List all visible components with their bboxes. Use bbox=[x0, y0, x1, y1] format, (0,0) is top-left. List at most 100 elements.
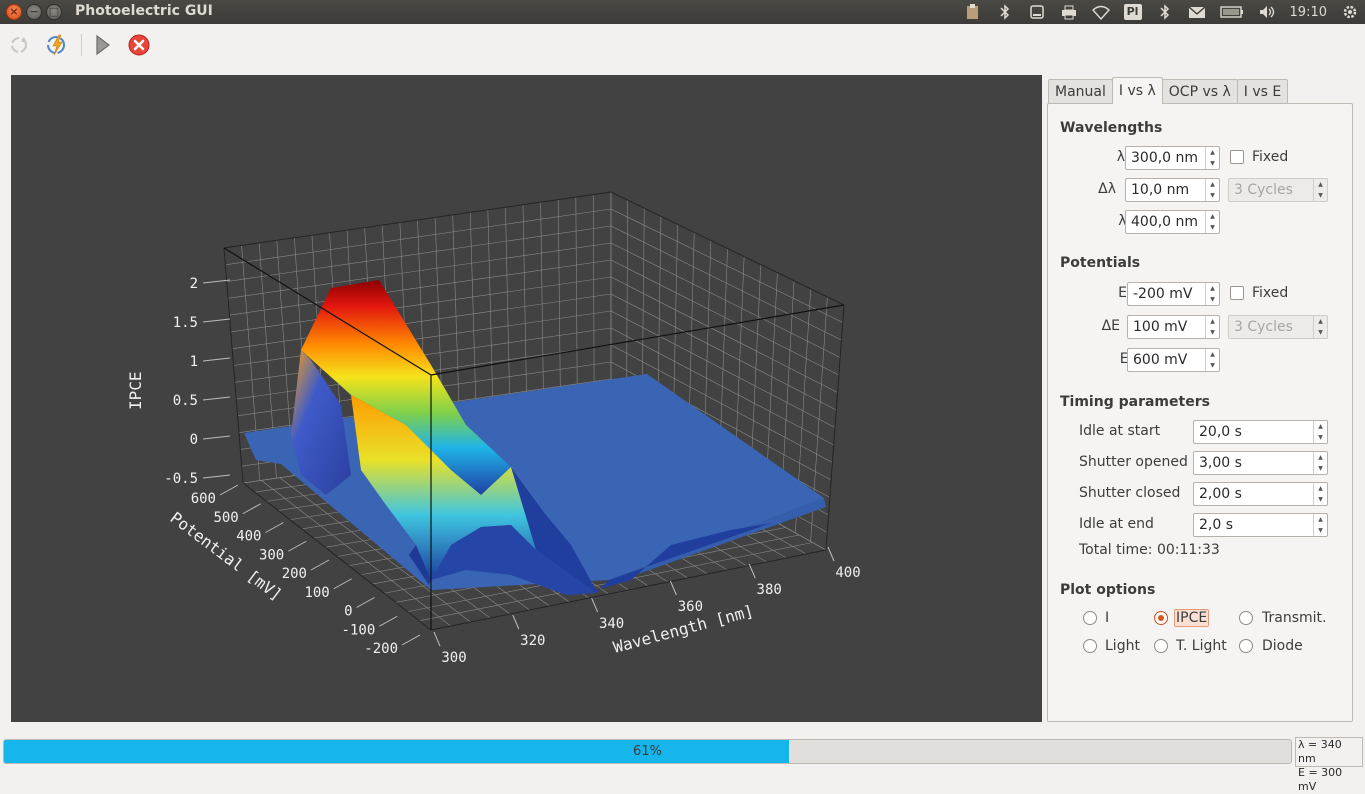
potential-cycles-field: 3 Cycles ▲ ▼ bbox=[1228, 315, 1328, 339]
shutter-closed-label: Shutter closed bbox=[1079, 485, 1181, 501]
plot-option-ipce-radio[interactable] bbox=[1154, 611, 1168, 625]
potential-fixed-checkbox[interactable] bbox=[1230, 286, 1244, 300]
x-tick bbox=[512, 614, 520, 630]
refresh-disabled-icon bbox=[11, 37, 27, 53]
spin-arrows-icon[interactable]: ▲ ▼ bbox=[1313, 421, 1327, 443]
tab-i-vs-e[interactable]: I vs E bbox=[1236, 79, 1289, 104]
e-start-field[interactable]: -200 mV ▲ ▼ bbox=[1127, 282, 1220, 306]
wavelength-cycles-field: 3 Cycles ▲ ▼ bbox=[1228, 178, 1328, 202]
plot-option-transmit-label[interactable]: Transmit. bbox=[1262, 610, 1326, 626]
plot-option-light-radio[interactable] bbox=[1083, 639, 1097, 653]
y-tick-label: -100 bbox=[342, 622, 376, 638]
spin-arrows-icon[interactable]: ▲ ▼ bbox=[1205, 316, 1219, 338]
lambda-start-field[interactable]: 300,0 nm ▲ ▼ bbox=[1125, 146, 1220, 170]
z-tick bbox=[202, 435, 231, 440]
spin-arrows-icon: ▲ ▼ bbox=[1313, 316, 1327, 338]
y-tick-label: 300 bbox=[259, 547, 284, 563]
clock[interactable]: 19:10 bbox=[1290, 5, 1327, 20]
stop-button[interactable] bbox=[126, 32, 152, 58]
tab-ocp-vs-lambda[interactable]: OCP vs λ bbox=[1161, 79, 1238, 104]
stop-icon bbox=[128, 34, 150, 56]
close-icon: × bbox=[9, 5, 19, 18]
keyboard-layout-icon[interactable]: Pl bbox=[1123, 4, 1142, 20]
idle-start-field[interactable]: 20,0 s ▲ ▼ bbox=[1193, 420, 1328, 444]
x-tick bbox=[591, 597, 599, 613]
delta-lambda-field[interactable]: 10,0 nm ▲ ▼ bbox=[1125, 178, 1220, 202]
connect-button[interactable] bbox=[44, 32, 70, 58]
shutter-closed-field[interactable]: 2,00 s ▲ ▼ bbox=[1193, 482, 1328, 506]
volume-icon[interactable] bbox=[1258, 4, 1276, 20]
x-tick-label: 360 bbox=[678, 599, 703, 615]
z-tick bbox=[202, 474, 231, 479]
spin-arrows-icon[interactable]: ▲ ▼ bbox=[1313, 483, 1327, 505]
frame-edge bbox=[610, 191, 845, 306]
potential-fixed-label: Fixed bbox=[1252, 285, 1289, 301]
bluetooth-icon[interactable] bbox=[996, 4, 1014, 20]
y-tick bbox=[333, 578, 352, 590]
spin-arrows-icon[interactable]: ▲ ▼ bbox=[1313, 514, 1327, 536]
y-tick-label: 200 bbox=[282, 566, 307, 582]
ipce-surface bbox=[244, 280, 826, 595]
refresh-button[interactable] bbox=[6, 32, 32, 58]
spin-arrows-icon[interactable]: ▲ ▼ bbox=[1205, 283, 1219, 305]
delta-lambda-label: Δλ bbox=[1098, 181, 1116, 197]
spin-arrows-icon[interactable]: ▲ ▼ bbox=[1205, 211, 1219, 233]
plot-option-i-label[interactable]: I bbox=[1105, 610, 1109, 626]
lambda-stop-field[interactable]: 400,0 nm ▲ ▼ bbox=[1125, 210, 1220, 234]
bluetooth-icon[interactable] bbox=[1156, 4, 1174, 20]
plot-option-t-light-radio[interactable] bbox=[1154, 639, 1168, 653]
minimize-icon: − bbox=[29, 5, 39, 18]
ipce-surface-plot[interactable]: -0.5 0 0.5 1 1.5 2 -200 -100 0 100 200 300 400 500 600… bbox=[11, 75, 1042, 722]
window-maximize-button[interactable]: □ bbox=[46, 4, 62, 20]
plot-option-light-label[interactable]: Light bbox=[1105, 638, 1140, 654]
plot-option-i-radio[interactable] bbox=[1083, 611, 1097, 625]
toolbar bbox=[0, 24, 1365, 66]
x-tick bbox=[669, 580, 677, 596]
window-title: Photoelectric GUI bbox=[75, 3, 213, 19]
grid-line bbox=[230, 276, 612, 333]
tab-i-vs-lambda[interactable]: I vs λ bbox=[1111, 77, 1163, 104]
z-tick-label: 0 bbox=[190, 432, 198, 448]
delta-e-field[interactable]: 100 mV ▲ ▼ bbox=[1127, 315, 1220, 339]
battery-icon[interactable] bbox=[1219, 4, 1244, 20]
timing-title: Timing parameters bbox=[1060, 394, 1210, 410]
spin-arrows-icon[interactable]: ▲ ▼ bbox=[1205, 349, 1219, 371]
z-tick bbox=[202, 318, 231, 323]
plot-option-diode-radio[interactable] bbox=[1239, 639, 1253, 653]
plot-option-ipce-label[interactable]: IPCE bbox=[1174, 609, 1210, 627]
grid-line bbox=[225, 208, 612, 266]
y-tick-label: 400 bbox=[236, 529, 261, 545]
tab-manual[interactable]: Manual bbox=[1048, 79, 1113, 104]
window-close-button[interactable]: × bbox=[6, 4, 22, 20]
plot-option-t-light-label[interactable]: T. Light bbox=[1176, 638, 1227, 654]
plot-area[interactable]: -0.5 0 0.5 1 1.5 2 -200 -100 0 100 200 300 400 500 600… bbox=[11, 75, 1042, 722]
spin-arrows-icon[interactable]: ▲ ▼ bbox=[1205, 147, 1219, 169]
z-axis-label: IPCE bbox=[126, 371, 145, 410]
play-icon bbox=[96, 34, 110, 56]
frame-edge bbox=[223, 247, 244, 484]
spin-arrows-icon[interactable]: ▲ ▼ bbox=[1313, 452, 1327, 474]
spin-arrows-icon[interactable]: ▲ ▼ bbox=[1205, 179, 1219, 201]
plot-option-diode-label[interactable]: Diode bbox=[1262, 638, 1303, 654]
e-stop-field[interactable]: 600 mV ▲ ▼ bbox=[1127, 348, 1220, 372]
y-tick-label: 100 bbox=[304, 585, 329, 601]
y-tick bbox=[379, 615, 398, 627]
mode-tabs: Manual I vs λ OCP vs λ I vs E bbox=[1048, 77, 1289, 104]
printer-icon[interactable] bbox=[1060, 4, 1078, 20]
mail-icon[interactable] bbox=[1188, 4, 1206, 20]
y-tick bbox=[265, 522, 284, 533]
z-tick-label: 2 bbox=[190, 276, 198, 292]
plot-option-transmit-radio[interactable] bbox=[1239, 611, 1253, 625]
start-button[interactable] bbox=[89, 32, 115, 58]
shutter-opened-field[interactable]: 3,00 s ▲ ▼ bbox=[1193, 451, 1328, 475]
idle-end-field[interactable]: 2,0 s ▲ ▼ bbox=[1193, 513, 1328, 537]
clipboard-icon[interactable] bbox=[964, 4, 982, 20]
window-minimize-button[interactable]: − bbox=[26, 4, 42, 20]
z-tick-label: 1 bbox=[190, 354, 198, 370]
wavelength-fixed-checkbox[interactable] bbox=[1230, 150, 1244, 164]
total-time: Total time: 00:11:33 bbox=[1079, 542, 1220, 558]
removable-drive-icon[interactable] bbox=[1028, 4, 1046, 20]
lambda-readout: λ = 340 nm bbox=[1298, 738, 1342, 765]
gear-icon[interactable] bbox=[1341, 4, 1359, 20]
wifi-icon[interactable] bbox=[1091, 4, 1110, 21]
